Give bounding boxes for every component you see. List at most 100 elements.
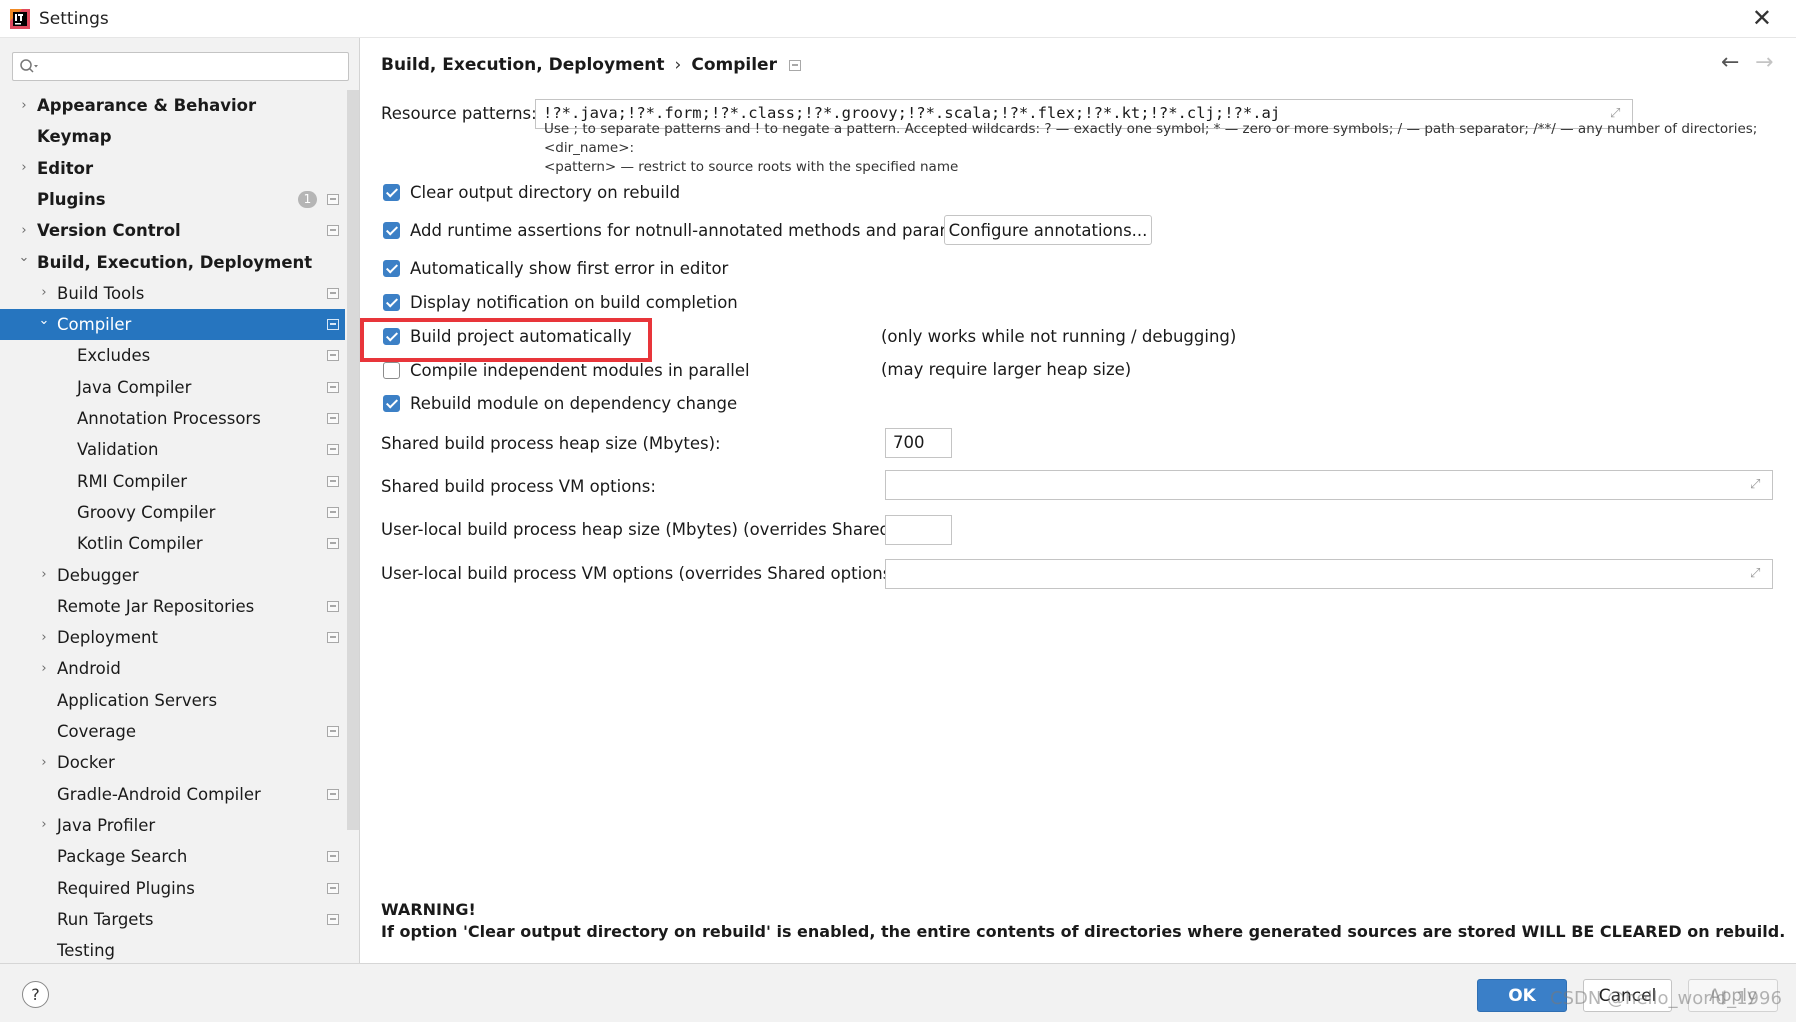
project-level-icon	[327, 506, 339, 518]
show-first-error-option[interactable]: Automatically show first error in editor	[383, 257, 728, 279]
configure-annotations-button[interactable]: Configure annotations...	[944, 215, 1152, 245]
watermark: CSDN @hello_world_1996	[1550, 988, 1782, 1009]
sidebar-item-testing[interactable]: Testing	[0, 935, 345, 963]
user-heap-input[interactable]	[885, 515, 952, 545]
sidebar-item-label: Remote Jar Repositories	[57, 596, 255, 616]
user-heap-label: User-local build process heap size (Mbyt…	[381, 520, 940, 539]
sidebar-item-rmi-compiler[interactable]: RMI Compiler	[0, 466, 345, 497]
chevron-down-icon[interactable]: ⌄	[38, 313, 50, 328]
sidebar-item-package-search[interactable]: Package Search	[0, 841, 345, 872]
chevron-right-icon[interactable]: ›	[38, 755, 50, 770]
sidebar-item-version-control[interactable]: › Version Control	[0, 215, 345, 246]
expand-icon[interactable]: ⤢	[1610, 107, 1624, 121]
breadcrumb-parent[interactable]: Build, Execution, Deployment	[381, 55, 665, 75]
sidebar-item-label: Android	[57, 659, 121, 679]
project-level-icon	[327, 851, 339, 863]
sidebar-scrollbar[interactable]	[347, 90, 359, 830]
sidebar-item-remote-jar-repositories[interactable]: Remote Jar Repositories	[0, 591, 345, 622]
sidebar-item-label: Required Plugins	[57, 878, 195, 898]
sidebar-item-annotation-processors[interactable]: Annotation Processors	[0, 403, 345, 434]
show-first-error-checkbox[interactable]	[383, 259, 400, 277]
runtime-assertions-option[interactable]: Add runtime assertions for notnull-annot…	[383, 219, 998, 241]
chevron-right-icon[interactable]: ›	[38, 661, 50, 676]
project-level-icon	[327, 413, 339, 424]
sidebar-item-kotlin-compiler[interactable]: Kotlin Compiler	[0, 528, 345, 559]
hint-line-1: Use ; to separate patterns and ! to nega…	[544, 121, 1758, 156]
project-level-icon	[327, 381, 339, 393]
build-automatically-option[interactable]: Build project automatically	[383, 325, 632, 347]
sidebar-item-build-tools[interactable]: › Build Tools	[0, 278, 345, 309]
expand-icon[interactable]: ⤢	[1750, 478, 1764, 492]
sidebar-item-required-plugins[interactable]: Required Plugins	[0, 873, 345, 904]
project-level-icon	[327, 475, 339, 487]
sidebar-item-gradle-android-compiler[interactable]: Gradle-Android Compiler	[0, 779, 345, 810]
sidebar-item-editor[interactable]: › Editor	[0, 153, 345, 184]
sidebar-item-java-compiler[interactable]: Java Compiler	[0, 372, 345, 403]
sidebar-item-application-servers[interactable]: Application Servers	[0, 685, 345, 716]
project-level-icon	[327, 225, 339, 237]
title-bar: Settings ✕	[0, 0, 1796, 38]
window-title: Settings	[39, 9, 109, 29]
sidebar-item-java-profiler[interactable]: › Java Profiler	[0, 810, 345, 841]
sidebar-item-deployment[interactable]: › Deployment	[0, 622, 345, 653]
project-level-icon	[327, 319, 339, 331]
clear-output-checkbox[interactable]	[383, 183, 400, 201]
sidebar-item-label: Keymap	[37, 127, 112, 147]
resource-patterns-label: Resource patterns:	[381, 104, 537, 123]
project-level-icon	[327, 444, 339, 456]
sidebar-item-plugins[interactable]: Plugins 1	[0, 184, 345, 215]
sidebar-item-run-targets[interactable]: Run Targets	[0, 904, 345, 935]
forward-arrow-icon[interactable]: →	[1755, 50, 1773, 75]
user-vm-input[interactable]: ⤢	[885, 559, 1773, 589]
sidebar-item-excludes[interactable]: Excludes	[0, 340, 345, 371]
sidebar-item-coverage[interactable]: Coverage	[0, 716, 345, 747]
sidebar-item-label: Debugger	[57, 565, 139, 585]
compile-parallel-option[interactable]: Compile independent modules in parallel	[383, 359, 750, 381]
heap-size-value: 700	[893, 433, 925, 452]
chevron-right-icon[interactable]: ›	[38, 817, 50, 832]
settings-search-input[interactable]	[12, 52, 349, 81]
chevron-right-icon[interactable]: ›	[38, 285, 50, 300]
search-icon	[20, 59, 38, 73]
close-icon[interactable]: ✕	[1752, 6, 1772, 30]
sidebar-item-label: Editor	[37, 158, 94, 178]
compile-parallel-checkbox[interactable]	[383, 361, 400, 379]
sidebar-item-groovy-compiler[interactable]: Groovy Compiler	[0, 497, 345, 528]
chevron-right-icon[interactable]: ›	[38, 630, 50, 645]
project-level-icon	[327, 632, 339, 644]
rebuild-dependency-checkbox[interactable]	[383, 394, 400, 412]
sidebar-item-compiler[interactable]: ⌄ Compiler	[0, 309, 345, 341]
sidebar-item-label: Coverage	[57, 722, 137, 741]
project-level-icon	[327, 538, 339, 550]
chevron-right-icon[interactable]: ›	[38, 567, 50, 582]
heap-size-input[interactable]: 700	[885, 428, 952, 458]
sidebar-item-android[interactable]: › Android	[0, 653, 345, 684]
rebuild-dependency-label: Rebuild module on dependency change	[410, 393, 738, 413]
build-automatically-checkbox[interactable]	[383, 327, 400, 345]
sidebar-item-appearance-behavior[interactable]: › Appearance & Behavior	[0, 90, 345, 121]
expand-icon[interactable]: ⤢	[1750, 567, 1764, 581]
chevron-right-icon[interactable]: ›	[18, 160, 30, 175]
vm-options-input[interactable]: ⤢	[885, 470, 1773, 500]
notify-completion-option[interactable]: Display notification on build completion	[383, 291, 738, 313]
back-arrow-icon[interactable]: ←	[1721, 50, 1739, 75]
help-icon[interactable]: ?	[22, 981, 49, 1008]
sidebar-item-validation[interactable]: Validation	[0, 434, 345, 465]
sidebar-item-build-execution-deployment[interactable]: ⌄ Build, Execution, Deployment	[0, 247, 345, 278]
breadcrumb: Build, Execution, Deployment › Compiler	[381, 55, 801, 75]
chevron-down-icon[interactable]: ⌄	[18, 250, 30, 265]
notify-completion-checkbox[interactable]	[383, 293, 400, 311]
show-first-error-label: Automatically show first error in editor	[410, 258, 729, 278]
runtime-assertions-checkbox[interactable]	[383, 221, 400, 239]
sidebar-item-label: Appearance & Behavior	[37, 96, 257, 115]
rebuild-dependency-option[interactable]: Rebuild module on dependency change	[383, 392, 737, 414]
chevron-right-icon[interactable]: ›	[18, 223, 30, 238]
chevron-right-icon[interactable]: ›	[18, 98, 30, 113]
hint-line-2: <pattern> — restrict to source roots wit…	[544, 159, 959, 175]
sidebar-item-debugger[interactable]: › Debugger	[0, 560, 345, 591]
sidebar-item-keymap[interactable]: Keymap	[0, 121, 345, 152]
user-vm-label: User-local build process VM options (ove…	[381, 564, 904, 583]
clear-output-option[interactable]: Clear output directory on rebuild	[383, 181, 680, 203]
sidebar-item-docker[interactable]: › Docker	[0, 747, 345, 778]
warning-text: If option 'Clear output directory on reb…	[381, 922, 1786, 941]
